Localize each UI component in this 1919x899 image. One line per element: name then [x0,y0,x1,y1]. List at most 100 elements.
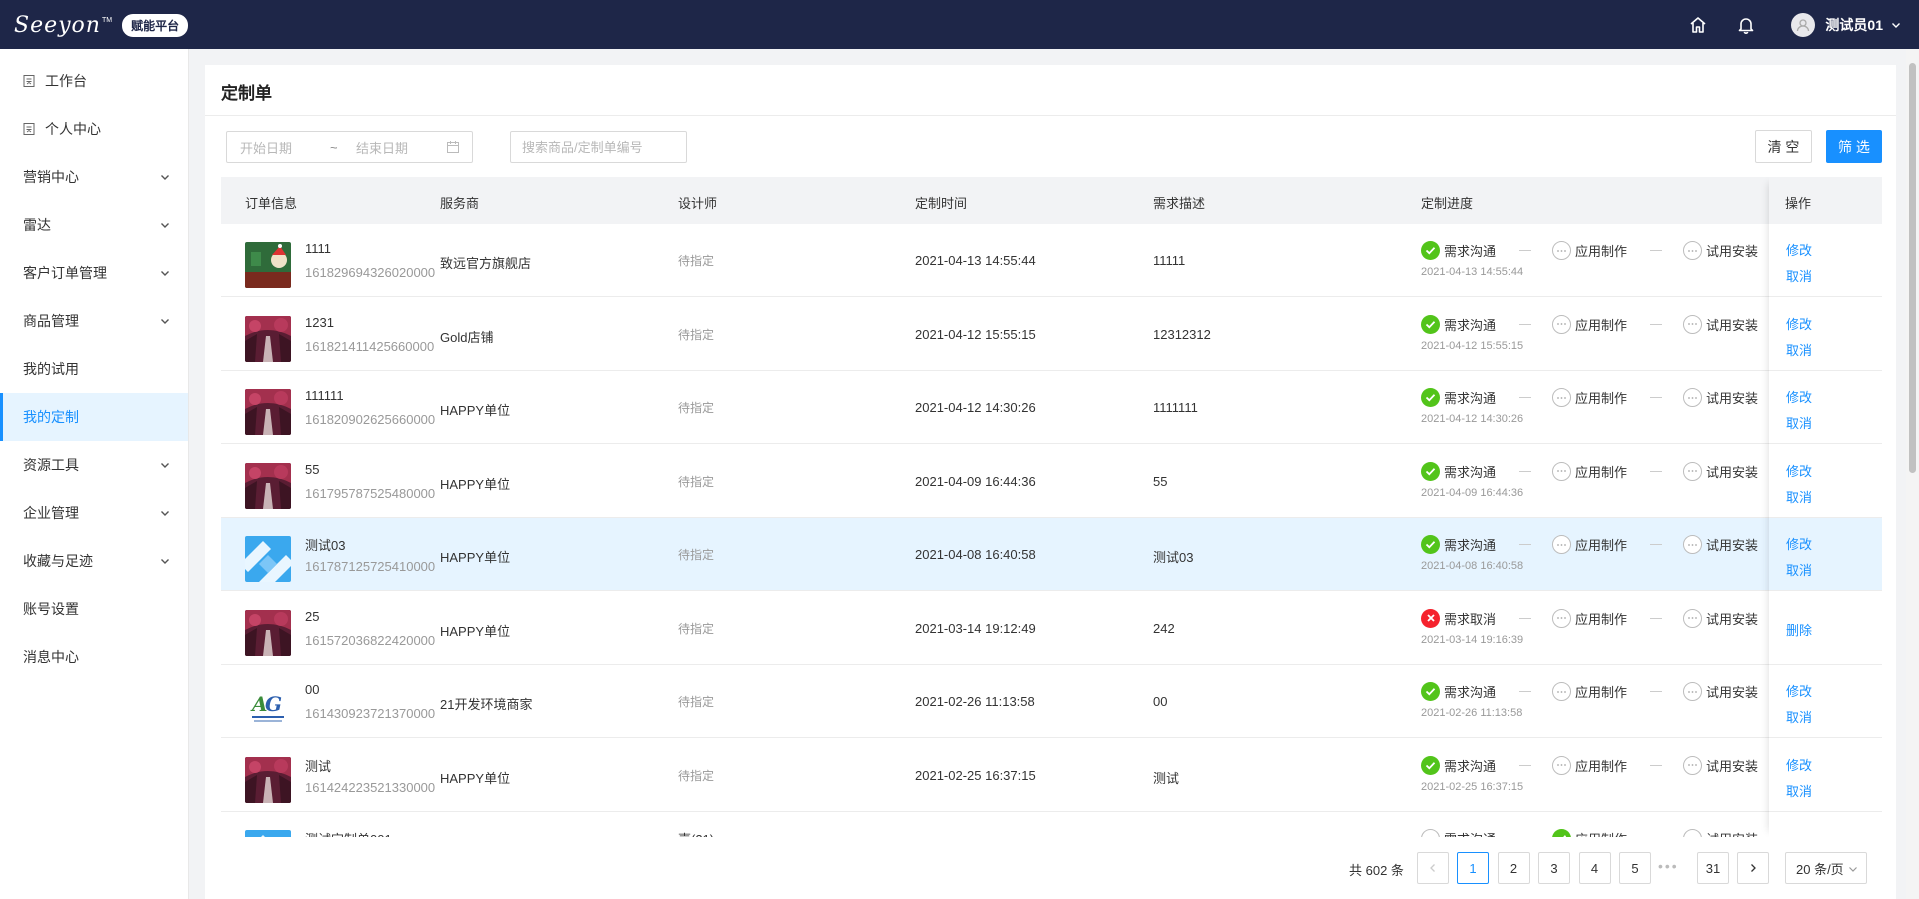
logo[interactable]: Seeyon TM 赋能平台 [14,10,189,40]
bell-icon[interactable] [1735,14,1757,36]
table-row[interactable]: 55 161795787525480000 HAPPY单位 待指定 2021-04-09… [221,444,1882,518]
search-input[interactable] [510,131,687,163]
prev-page-button[interactable] [1417,852,1449,884]
sidebar-item[interactable]: 商品管理 [0,297,188,345]
table-row[interactable]: A G 00 161430923721370000 21开发环境商家 待指定 2021-02… [221,665,1882,738]
page-button[interactable]: 31 [1697,852,1729,884]
page-button[interactable]: 5 [1619,852,1651,884]
sidebar-item[interactable]: 工作台 [0,57,188,105]
action-link[interactable]: 修改 [1786,534,1812,553]
action-link[interactable]: 修改 [1786,314,1812,333]
action-link[interactable]: 修改 [1786,755,1812,774]
column-header: 设计师 [678,196,718,211]
product-thumbnail[interactable] [245,609,291,656]
progress-step-label: 应用制作 [1575,758,1628,774]
product-thumbnail[interactable] [245,830,291,837]
date-range-picker[interactable]: 开始日期 ~ 结束日期 [226,131,473,163]
action-link[interactable]: 取消 [1786,707,1812,726]
sidebar-item-label: 客户订单管理 [23,265,107,281]
sidebar-item[interactable]: 企业管理 [0,489,188,537]
sidebar-item[interactable]: 我的试用 [0,345,188,393]
sidebar-item[interactable]: 营销中心 [0,153,188,201]
action-link[interactable]: 取消 [1786,413,1812,432]
requirement-desc: 测试03 [1153,550,1194,565]
sidebar-item[interactable]: 客户订单管理 [0,249,188,297]
progress-steps: 需求沟通 应用制作 试用安装 2021-02-25 16:37:15 [1421,755,1781,796]
product-thumbnail[interactable] [245,315,291,362]
table-row[interactable]: 测试 161424223521330000 HAPPY单位 待指定 2021-02-25… [221,738,1882,812]
progress-step: 需求沟通 [1421,755,1496,775]
progress-step-label: 应用制作 [1575,538,1628,553]
product-thumbnail[interactable] [245,536,291,582]
action-link[interactable]: 取消 [1786,340,1812,359]
action-link[interactable]: 取消 [1786,560,1812,579]
product-thumbnail[interactable] [245,242,291,288]
product-thumbnail[interactable] [245,756,291,803]
action-link[interactable]: 取消 [1786,781,1812,800]
action-link[interactable]: 修改 [1786,461,1812,480]
sidebar-item[interactable]: 收藏与足迹 [0,537,188,585]
home-icon[interactable] [1687,14,1709,36]
progress-step-time: 2021-02-26 11:13:58 [1421,707,1523,719]
chevron-down-icon[interactable] [160,268,170,278]
provider-name: 21开发环境商家 [440,697,533,712]
sidebar-item[interactable]: 账号设置 [0,585,188,633]
action-link[interactable]: 删除 [1786,620,1812,639]
step-connector [1519,764,1531,766]
sidebar-item[interactable]: 消息中心 [0,633,188,681]
close-icon [1421,608,1440,628]
progress-step: 试用安装 [1683,829,1758,837]
page-button[interactable]: 4 [1578,852,1611,884]
product-thumbnail[interactable]: AG [245,683,291,729]
action-link[interactable]: 修改 [1786,240,1812,259]
filter-button[interactable]: 筛 选 [1826,130,1882,163]
action-link[interactable]: 修改 [1786,681,1812,700]
sidebar-item[interactable]: 雷达 [0,201,188,249]
product-thumbnail[interactable] [245,389,291,435]
table-row[interactable]: 1111 161829694326020000 致远官方旗舰店 待指定 2021-04-… [221,224,1882,297]
calendar-icon[interactable] [446,140,460,154]
next-page-button[interactable] [1737,852,1769,884]
progress-step: 试用安装 [1683,388,1758,407]
page-button[interactable]: 3 [1538,852,1570,884]
action-link[interactable]: 取消 [1786,266,1812,285]
user-avatar-icon[interactable] [1791,12,1816,37]
table-row[interactable]: 1231 161821411425660000 Gold店铺 待指定 2021-04-1… [221,297,1882,371]
chevron-down-icon[interactable] [160,220,170,230]
chevron-down-icon[interactable] [160,316,170,326]
start-date-field[interactable]: 开始日期 [240,138,330,157]
page-ellipsis[interactable]: ••• [1658,858,1679,874]
page-size-select[interactable]: 20 条/页 [1785,852,1867,884]
progress-step: 应用制作 [1552,535,1627,554]
table-row[interactable]: 测试03 161787125725410000 HAPPY单位 待指定 2021-04-… [221,518,1882,591]
sidebar-item[interactable]: 我的定制 [0,393,188,441]
progress-step: 应用制作 [1552,829,1627,837]
chevron-down-icon[interactable] [160,556,170,566]
chevron-down-icon[interactable] [160,460,170,470]
order-name: 测试03 [305,538,346,553]
chevron-down-icon[interactable] [1891,20,1901,30]
table-row[interactable]: 111111 161820902625660000 HAPPY单位 待指定 2021-0… [221,371,1882,444]
step-connector [1519,250,1531,251]
clear-button[interactable]: 清 空 [1755,130,1812,163]
page-button[interactable]: 2 [1497,852,1530,884]
user-name[interactable]: 测试员01 [1825,15,1883,35]
progress-steps: 需求沟通 应用制作 试用安装 [1421,829,1781,837]
progress-step-label: 试用安装 [1706,244,1759,259]
sidebar-item[interactable]: 资源工具 [0,441,188,489]
page-button[interactable]: 1 [1457,852,1489,884]
sidebar-item[interactable]: 个人中心 [0,105,188,153]
action-link[interactable]: 取消 [1786,487,1812,506]
action-link[interactable]: 修改 [1786,387,1812,406]
more-icon [1683,682,1702,701]
table-row[interactable]: 测试定制单001HAPPY单位壹(21)2021-01-19 14:20:39测… [221,812,1882,837]
table-row[interactable]: 25 161572036822420000 HAPPY单位 待指定 2021-03-14… [221,591,1882,665]
product-thumbnail[interactable] [245,462,291,509]
end-date-field[interactable]: 结束日期 [356,138,442,157]
scrollbar-thumb[interactable] [1909,63,1916,473]
chevron-down-icon[interactable] [160,508,170,518]
step-connector [1519,470,1531,472]
page-scrollbar[interactable] [1906,49,1919,899]
chevron-down-icon[interactable] [160,172,170,182]
order-name: 25 [305,608,320,624]
